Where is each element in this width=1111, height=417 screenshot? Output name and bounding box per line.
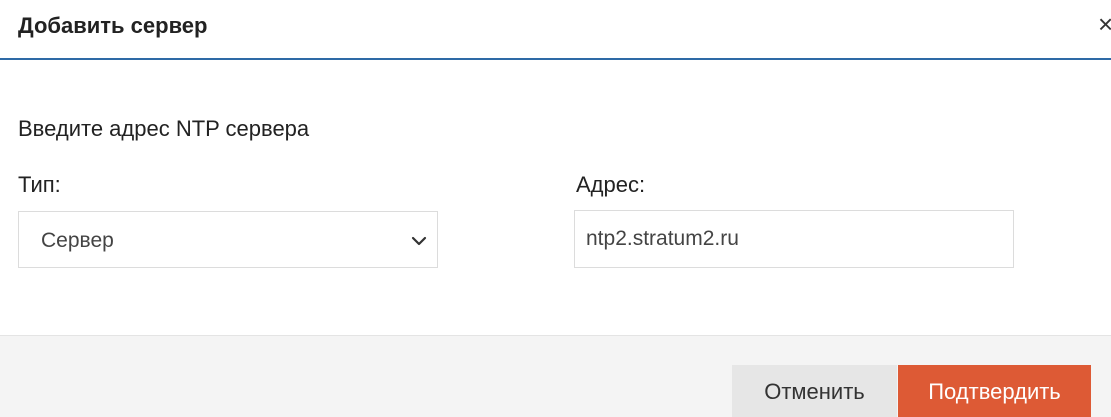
type-select-value: Сервер — [41, 229, 114, 252]
dialog-footer: Отменить Подтвердить — [0, 335, 1111, 417]
confirm-button[interactable]: Подтвердить — [898, 365, 1091, 417]
chevron-down-icon — [411, 236, 427, 246]
type-label: Тип: — [18, 172, 61, 197]
ntp-prompt-text: Введите адрес NTP сервера — [18, 116, 310, 141]
close-icon[interactable]: × — [1098, 9, 1111, 40]
dialog-title: Добавить сервер — [18, 13, 208, 38]
add-server-dialog: Добавить сервер × Введите адрес NTP серв… — [0, 0, 1111, 417]
cancel-button[interactable]: Отменить — [732, 365, 897, 417]
dialog-header: Добавить сервер × — [0, 0, 1111, 60]
address-label: Адрес: — [576, 172, 646, 197]
address-input[interactable] — [574, 210, 1014, 268]
type-select[interactable]: Сервер — [18, 211, 438, 268]
